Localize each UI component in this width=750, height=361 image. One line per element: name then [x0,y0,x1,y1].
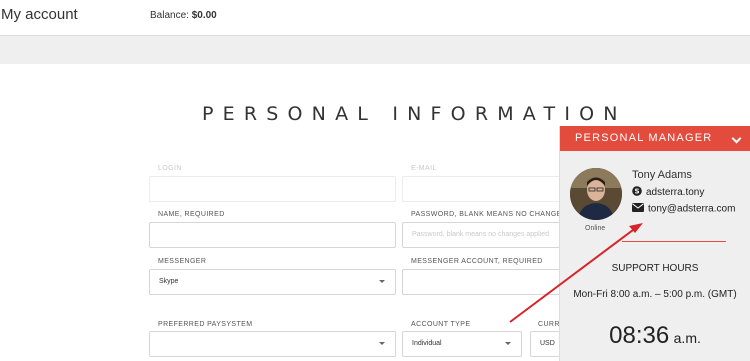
email-field[interactable] [402,176,572,202]
skype-icon: S [632,186,642,199]
personal-manager-panel: PERSONAL MANAGER Online Tony Adams S ads… [559,126,750,361]
currency-label: CURRENCY [538,321,560,328]
skype-contact[interactable]: S adsterra.tony [632,186,704,199]
divider [622,241,726,242]
status-label: Online [585,225,606,232]
balance-label: Balance: [150,10,189,21]
messenger-label: MESSENGER [158,258,207,265]
time-value: 08:36 [609,322,670,349]
avatar-photo-icon [570,168,622,220]
email-label: E-MAIL [411,165,437,172]
password-field[interactable]: Password, blank means no changes applied [402,222,572,248]
name-field[interactable] [149,222,396,248]
account-type-value: Individual [412,340,442,347]
account-type-select[interactable]: Individual [402,331,522,357]
section-heading: PERSONAL INFORMATION [202,103,627,125]
paysystem-select[interactable] [149,331,396,357]
personal-manager-header[interactable]: PERSONAL MANAGER [560,126,750,151]
support-hours-title: SUPPORT HOURS [611,263,699,274]
currency-value: USD [540,340,555,347]
password-placeholder: Password, blank means no changes applied [412,231,549,238]
time-ampm: a.m. [673,330,701,346]
chevron-down-icon[interactable] [731,133,742,144]
chevron-down-icon [505,342,511,345]
local-time: 08:36 a.m. [560,322,750,350]
email-contact[interactable]: tony@adsterra.com [632,203,735,215]
avatar [570,168,622,220]
messenger-account-field[interactable] [402,269,572,295]
login-label: LOGIN [158,165,182,172]
page-title: My account [1,6,78,23]
balance-value: $0.00 [191,10,217,21]
support-hours: Mon-Fri 8:00 a.m. – 5:00 p.m. (GMT) [573,289,737,300]
svg-text:S: S [634,188,639,196]
paysystem-label: PREFERRED PAYSYSTEM [158,321,253,328]
manager-name: Tony Adams [632,169,692,181]
messenger-value: Skype [159,278,179,285]
mail-icon [632,203,644,215]
manager-email: tony@adsterra.com [648,203,736,215]
messenger-select[interactable]: Skype [149,269,396,295]
balance: Balance: $0.00 [150,10,217,21]
chevron-down-icon [379,342,385,345]
password-label: PASSWORD, BLANK MEANS NO CHANGES [411,211,567,218]
chevron-down-icon [379,280,385,283]
top-bar: My account Balance: $0.00 [0,0,750,36]
personal-manager-title: PERSONAL MANAGER [575,132,713,144]
name-label: NAME, REQUIRED [158,211,225,218]
login-field[interactable] [149,176,396,202]
skype-handle: adsterra.tony [646,187,705,199]
messenger-account-label: MESSENGER ACCOUNT, REQUIRED [411,258,543,265]
account-type-label: ACCOUNT TYPE [411,321,471,328]
top-band [0,36,750,64]
